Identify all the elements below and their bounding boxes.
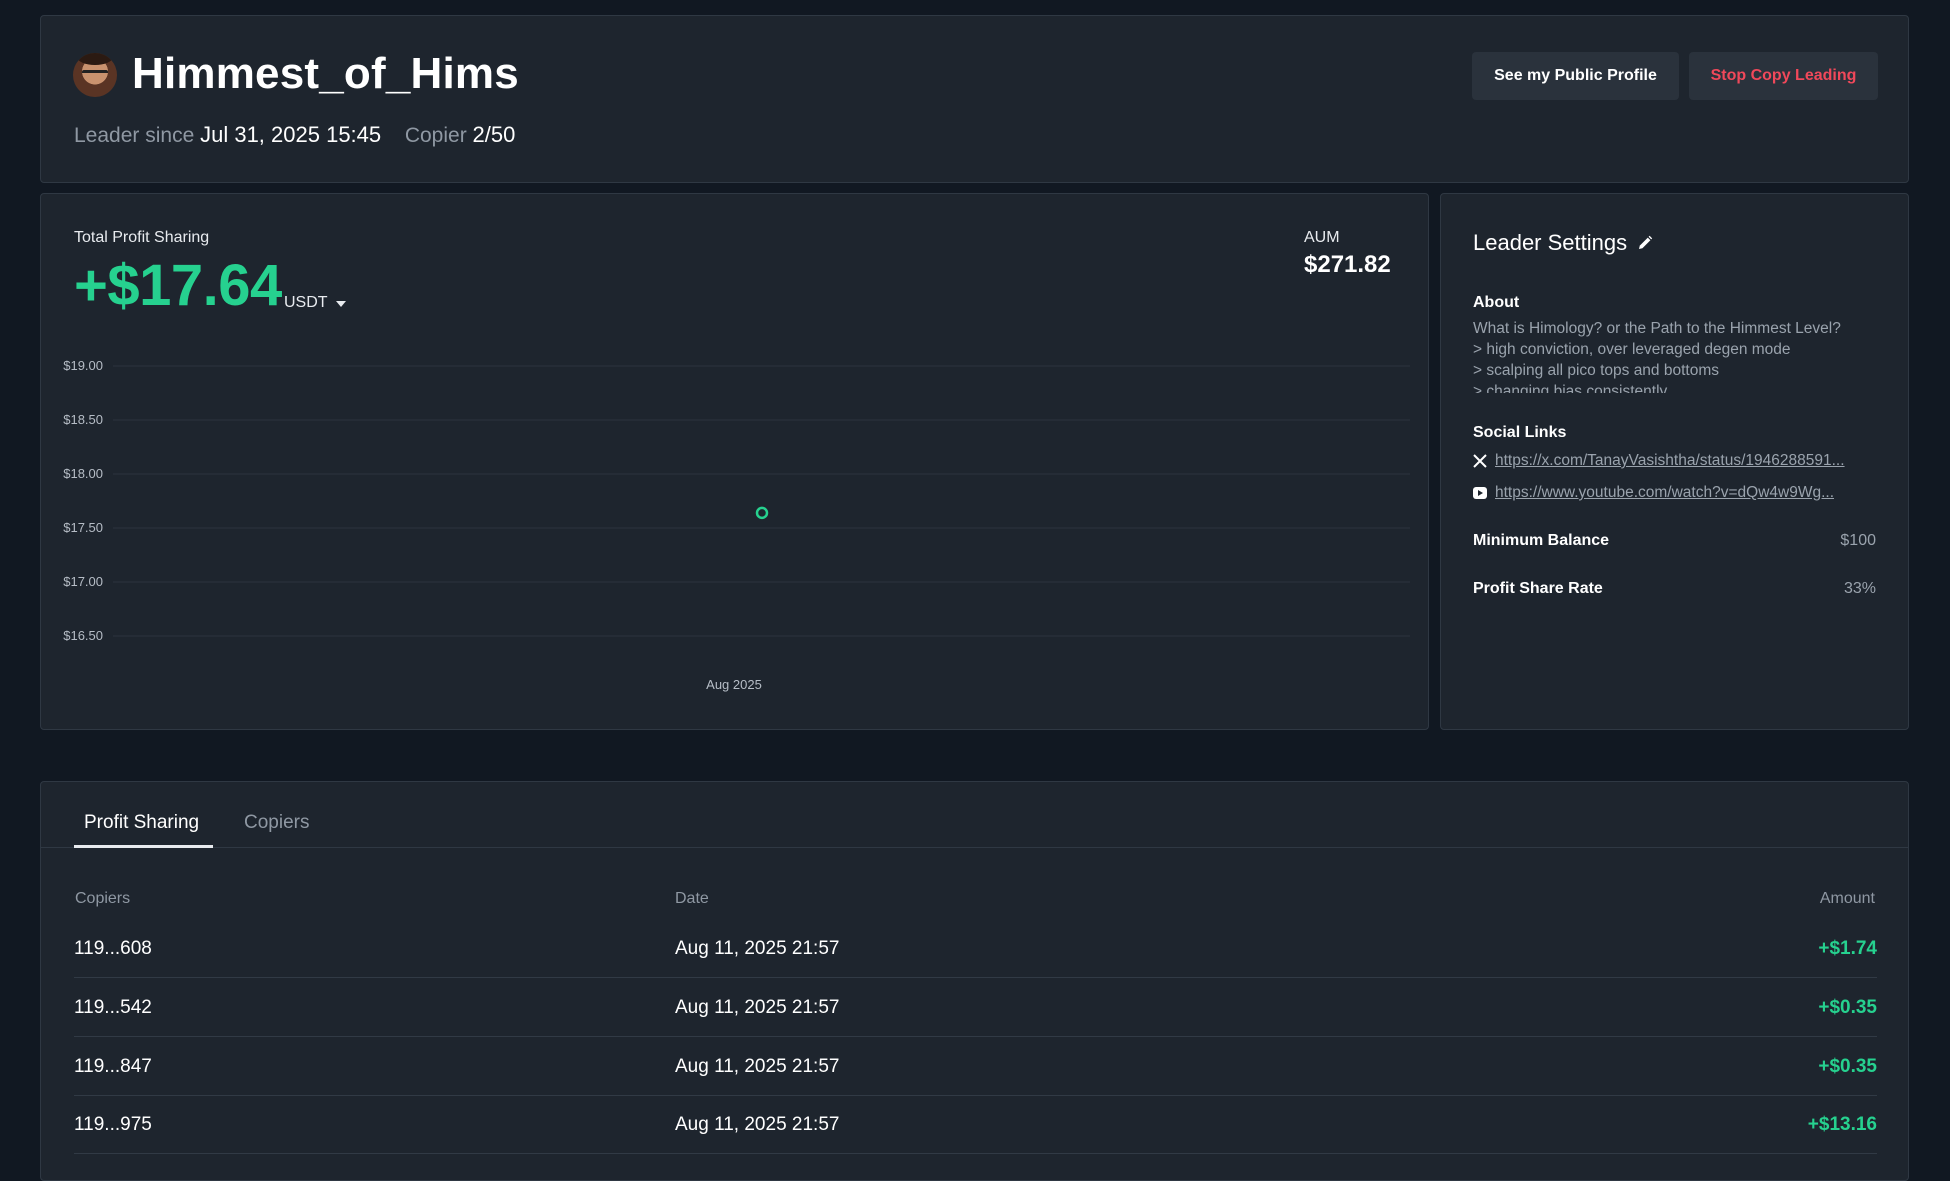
leader-meta: Leader since Jul 31, 2025 15:45 Copier 2… [74,122,515,148]
copier-label: Copier [404,124,467,147]
data-point[interactable] [755,506,769,520]
youtube-link[interactable]: https://www.youtube.com/watch?v=dQw4w9Wg… [1495,484,1878,502]
y-tick-label: $16.50 [63,628,103,643]
about-label: About [1473,294,1520,311]
copier-id: 119...608 [74,938,152,959]
row-date: Aug 11, 2025 21:57 [675,997,840,1018]
about-line: > changing bias consistently [1473,383,1668,393]
row-date: Aug 11, 2025 21:57 [675,938,840,959]
table-row: 119...542 Aug 11, 2025 21:57 +$0.35 [74,979,1877,1037]
y-tick-label: $18.50 [63,412,103,427]
leader-header-card: Himmest_of_Hims Leader since Jul 31, 202… [40,15,1909,183]
row-amount: +$13.16 [1807,1114,1877,1135]
tab-copiers[interactable]: Copiers [244,812,309,834]
table-row: 119...608 Aug 11, 2025 21:57 +$1.74 [74,920,1877,978]
tab-bar: Profit Sharing Copiers [41,782,1908,848]
column-header-copiers: Copiers [75,890,131,907]
leader-settings-title: Leader Settings [1473,230,1653,256]
x-tick-label: Aug 2025 [706,677,762,692]
social-links-label: Social Links [1473,424,1567,441]
row-amount: +$1.74 [1818,938,1877,959]
table-row: 119...847 Aug 11, 2025 21:57 +$0.35 [74,1038,1877,1096]
leader-settings-title-text: Leader Settings [1473,230,1628,255]
profit-share-rate-value: 33% [1843,580,1876,597]
y-tick-label: $17.50 [63,520,103,535]
stop-copy-leading-button[interactable]: Stop Copy Leading [1689,52,1878,100]
tab-profit-sharing[interactable]: Profit Sharing [84,812,199,834]
row-date: Aug 11, 2025 21:57 [675,1114,840,1135]
leader-since-label: Leader since [74,124,195,147]
y-tick-label: $17.00 [63,574,103,589]
leader-username: Himmest_of_Hims [132,49,519,98]
about-line: > high conviction, over leveraged degen … [1473,341,1791,358]
column-header-amount: Amount [1819,890,1875,907]
about-line: What is Himology? or the Path to the Him… [1473,320,1841,337]
see-public-profile-button[interactable]: See my Public Profile [1472,52,1679,100]
pencil-icon[interactable] [1637,235,1653,251]
active-tab-indicator [74,845,213,848]
leader-settings-card: Leader Settings About What is Himology? … [1440,193,1909,730]
min-balance-value: $100 [1840,532,1876,549]
profit-sharing-card: Total Profit Sharing +$17.64 USDT AUM $2… [40,193,1429,730]
youtube-icon [1473,487,1487,499]
row-date: Aug 11, 2025 21:57 [675,1056,840,1077]
social-link-youtube: https://www.youtube.com/watch?v=dQw4w9Wg… [1473,484,1878,502]
copier-id: 119...975 [74,1114,152,1135]
column-header-date: Date [675,890,709,907]
about-text: What is Himology? or the Path to the Him… [1473,318,1878,393]
profit-share-rate-label: Profit Share Rate [1473,580,1603,597]
profit-table-card: Profit Sharing Copiers Copiers Date Amou… [40,781,1909,1181]
avatar [73,53,117,97]
y-tick-label: $19.00 [63,358,103,373]
copier-count: 2/50 [472,122,516,147]
row-amount: +$0.35 [1818,1056,1877,1077]
x-icon [1473,454,1487,468]
about-line: > scalping all pico tops and bottoms [1473,362,1719,379]
social-link-x: https://x.com/TanayVasishtha/status/1946… [1473,452,1878,470]
copier-id: 119...847 [74,1056,152,1077]
leader-since-value: Jul 31, 2025 15:45 [200,122,382,147]
row-amount: +$0.35 [1818,997,1877,1018]
min-balance-label: Minimum Balance [1473,532,1610,549]
y-tick-label: $18.00 [63,466,103,481]
profit-chart: $19.00 $18.50 $18.00 $17.50 $17.00 $16.50 Aug … [63,358,1410,692]
copier-id: 119...542 [74,997,152,1018]
x-link[interactable]: https://x.com/TanayVasishtha/status/1946… [1495,452,1878,470]
table-row: 119...975 Aug 11, 2025 21:57 +$13.16 [74,1096,1877,1154]
